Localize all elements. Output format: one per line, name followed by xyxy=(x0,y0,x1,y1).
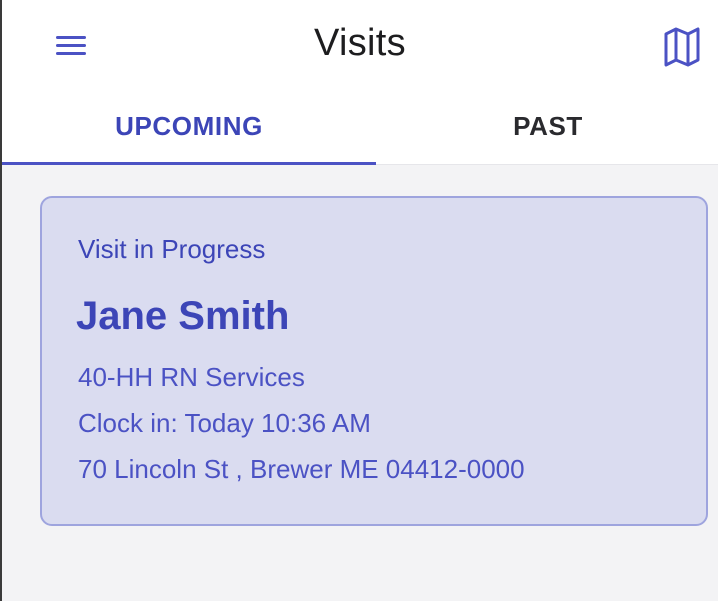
visit-card[interactable]: Visit in Progress Jane Smith 40-HH RN Se… xyxy=(40,196,708,526)
clock-in-time: Clock in: Today 10:36 AM xyxy=(78,408,371,438)
tab-past[interactable]: PAST xyxy=(376,88,718,164)
visit-status: Visit in Progress xyxy=(78,234,266,264)
visit-address: 70 Lincoln St , Brewer ME 04412-0000 xyxy=(78,454,525,484)
app-bar: Visits xyxy=(2,0,718,88)
page-title: Visits xyxy=(314,22,406,64)
tab-upcoming[interactable]: UPCOMING xyxy=(2,88,376,164)
visits-screen: Visits UPCOMING PAST Visit in Progress J… xyxy=(0,0,718,601)
client-name: Jane Smith xyxy=(76,294,290,338)
selected-tab-indicator xyxy=(2,162,376,165)
visits-tab-bar: UPCOMING PAST xyxy=(2,88,718,165)
service-name: 40-HH RN Services xyxy=(78,362,305,392)
map-icon[interactable] xyxy=(658,24,706,70)
